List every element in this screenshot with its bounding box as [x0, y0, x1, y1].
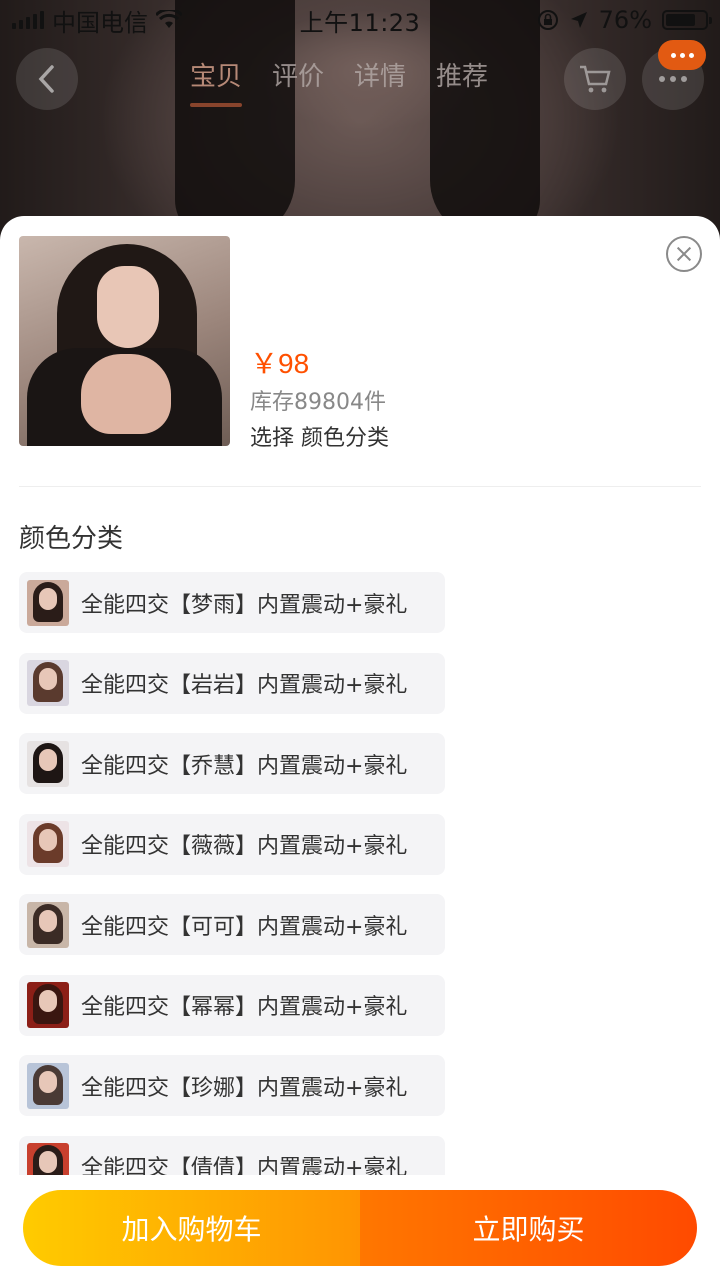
- status-time: 上午11:23: [299, 8, 421, 37]
- option-thumbnail: [27, 821, 69, 867]
- action-bar: 加入购物车 立即购买: [23, 1190, 697, 1266]
- close-icon[interactable]: [666, 236, 702, 272]
- option-label: 全能四交【幂幂】内置震动+豪礼: [81, 995, 408, 1020]
- color-option[interactable]: 全能四交【岩岩】内置震动+豪礼: [19, 652, 445, 714]
- divider: [19, 486, 701, 487]
- carrier-name: 中国电信: [52, 8, 148, 37]
- option-label: 全能四交【倩倩】内置震动+豪礼: [81, 1156, 408, 1175]
- product-page: 中国电信 上午11:23 76% 宝贝 评价 详情 推荐 ￥98 库存89804…: [0, 0, 720, 1280]
- cart-button[interactable]: [564, 48, 626, 110]
- color-category-title: 颜色分类: [19, 524, 124, 554]
- cart-icon: [580, 65, 611, 93]
- buy-now-button[interactable]: 立即购买: [360, 1190, 697, 1266]
- location-icon: [570, 12, 587, 28]
- option-label: 全能四交【珍娜】内置震动+豪礼: [81, 1075, 408, 1101]
- stock-count: 库存89804件: [250, 390, 386, 415]
- option-label: 全能四交【乔慧】内置震动+豪礼: [81, 753, 408, 779]
- product-thumbnail[interactable]: [19, 236, 230, 446]
- tab-details[interactable]: 详情: [354, 56, 406, 107]
- nav-tabs: 宝贝 评价 详情 推荐: [190, 56, 488, 107]
- selection-hint: 选择 颜色分类: [250, 426, 389, 451]
- nav-bar: 宝贝 评价 详情 推荐: [0, 40, 720, 116]
- tab-recommend[interactable]: 推荐: [436, 56, 488, 107]
- more-dots-icon: [659, 76, 687, 82]
- battery-icon: [662, 10, 712, 30]
- message-badge[interactable]: [658, 40, 706, 70]
- signal-icon: [12, 11, 44, 29]
- option-label: 全能四交【梦雨】内置震动+豪礼: [81, 592, 408, 618]
- option-thumbnail: [27, 1062, 69, 1109]
- color-options-list: 全能四交【梦雨】内置震动+豪礼 全能四交【岩岩】内置震动+豪礼 全能四交【乔慧】内置…: [19, 572, 709, 1175]
- option-label: 全能四交【岩岩】内置震动+豪礼: [81, 673, 408, 698]
- color-option[interactable]: 全能四交【倩倩】内置震动+豪礼: [19, 1135, 445, 1175]
- rotation-lock-icon: [537, 10, 558, 30]
- color-option[interactable]: 全能四交【薇薇】内置震动+豪礼: [19, 813, 445, 875]
- status-bar: 中国电信 上午11:23 76%: [0, 0, 720, 40]
- option-thumbnail: [27, 579, 69, 626]
- option-thumbnail: [27, 740, 69, 787]
- wifi-icon: [156, 10, 182, 28]
- color-option[interactable]: 全能四交【幂幂】内置震动+豪礼: [19, 974, 445, 1036]
- tab-reviews[interactable]: 评价: [272, 56, 324, 107]
- color-option[interactable]: 全能四交【珍娜】内置震动+豪礼: [19, 1055, 445, 1116]
- color-option[interactable]: 全能四交【梦雨】内置震动+豪礼: [19, 572, 445, 633]
- option-thumbnail: [27, 982, 69, 1028]
- battery-percent: 76%: [598, 6, 652, 34]
- option-label: 全能四交【可可】内置震动+豪礼: [81, 914, 408, 940]
- option-thumbnail: [27, 901, 69, 948]
- tab-baobei[interactable]: 宝贝: [190, 56, 243, 107]
- option-label: 全能四交【薇薇】内置震动+豪礼: [81, 834, 408, 859]
- color-option[interactable]: 全能四交【乔慧】内置震动+豪礼: [19, 733, 445, 794]
- add-to-cart-button[interactable]: 加入购物车: [23, 1190, 360, 1266]
- color-option[interactable]: 全能四交【可可】内置震动+豪礼: [19, 894, 445, 955]
- sku-selector-sheet: ￥98 库存89804件 选择 颜色分类 颜色分类 全能四交【梦雨】内置震动+豪…: [0, 216, 720, 1280]
- back-button[interactable]: [16, 48, 78, 110]
- product-price: ￥98: [250, 348, 310, 379]
- back-arrow-icon: [38, 65, 54, 93]
- option-thumbnail: [27, 660, 69, 706]
- option-thumbnail: [27, 1143, 69, 1175]
